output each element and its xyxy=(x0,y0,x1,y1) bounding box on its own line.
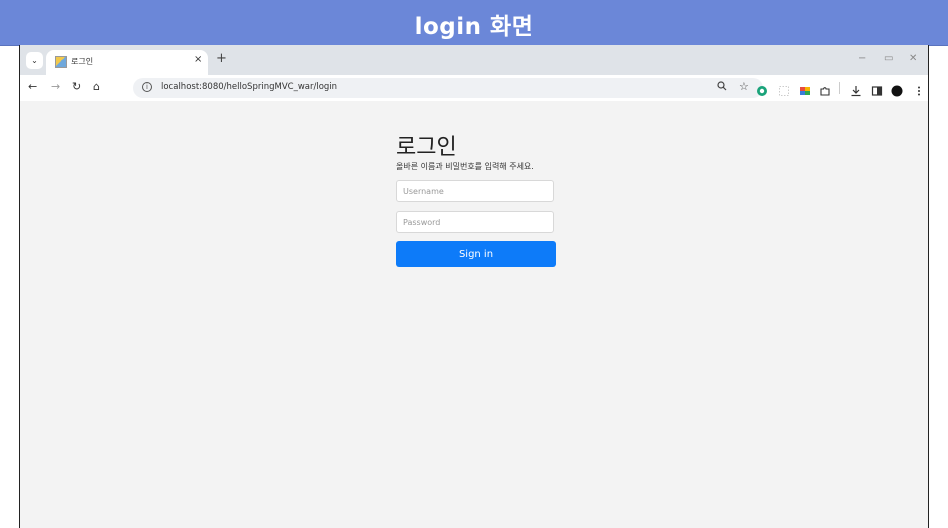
title-banner: login 화면 xyxy=(0,0,948,46)
download-icon[interactable] xyxy=(850,82,862,97)
browser-toolbar: ← → ↻ ⌂ i localhost:8080/helloSpringMVC_… xyxy=(20,75,928,101)
password-input[interactable] xyxy=(396,211,554,233)
extension-placeholder-icon[interactable] xyxy=(778,82,790,96)
site-info-icon[interactable]: i xyxy=(142,82,152,92)
home-button[interactable]: ⌂ xyxy=(93,80,100,94)
tab-strip: ⌄ 로그인 × + − ▭ ✕ xyxy=(20,45,928,75)
page-title: 로그인 xyxy=(396,135,457,160)
address-bar[interactable]: i localhost:8080/helloSpringMVC_war/logi… xyxy=(133,78,763,98)
chevron-down-icon: ⌄ xyxy=(31,56,38,65)
favicon-icon xyxy=(55,56,67,68)
extension-chatgpt-icon[interactable] xyxy=(756,82,768,96)
back-button[interactable]: ← xyxy=(28,80,37,94)
toolbar-divider xyxy=(839,82,840,94)
tab-login[interactable]: 로그인 × xyxy=(46,50,208,75)
username-input[interactable] xyxy=(396,180,554,202)
side-panel-icon[interactable] xyxy=(871,82,883,96)
restore-button[interactable]: ▭ xyxy=(884,54,893,64)
minimize-button[interactable]: − xyxy=(858,54,866,64)
browser-window: ⌄ 로그인 × + − ▭ ✕ ← → ↻ ⌂ i localhost:8080… xyxy=(19,45,929,528)
reload-button[interactable]: ↻ xyxy=(72,80,81,94)
banner-title: login 화면 xyxy=(414,13,534,40)
close-window-button[interactable]: ✕ xyxy=(909,54,917,64)
bookmark-star-icon[interactable]: ☆ xyxy=(739,81,749,93)
tab-close-button[interactable]: × xyxy=(194,54,202,65)
new-tab-button[interactable]: + xyxy=(216,52,227,65)
page-subtitle: 올바른 이름과 비밀번호를 입력해 주세요. xyxy=(396,162,534,171)
url-text[interactable]: localhost:8080/helloSpringMVC_war/login xyxy=(161,82,337,92)
puzzle-extensions-icon[interactable] xyxy=(819,82,831,96)
tab-search-button[interactable]: ⌄ xyxy=(26,52,43,69)
profile-avatar-icon[interactable] xyxy=(891,82,903,97)
forward-button[interactable]: → xyxy=(51,80,60,94)
zoom-icon[interactable] xyxy=(717,81,727,94)
menu-kebab-icon[interactable] xyxy=(913,82,925,96)
tab-title: 로그인 xyxy=(71,57,94,66)
sign-in-button[interactable]: Sign in xyxy=(396,241,556,267)
extension-color-icon[interactable] xyxy=(799,82,811,95)
